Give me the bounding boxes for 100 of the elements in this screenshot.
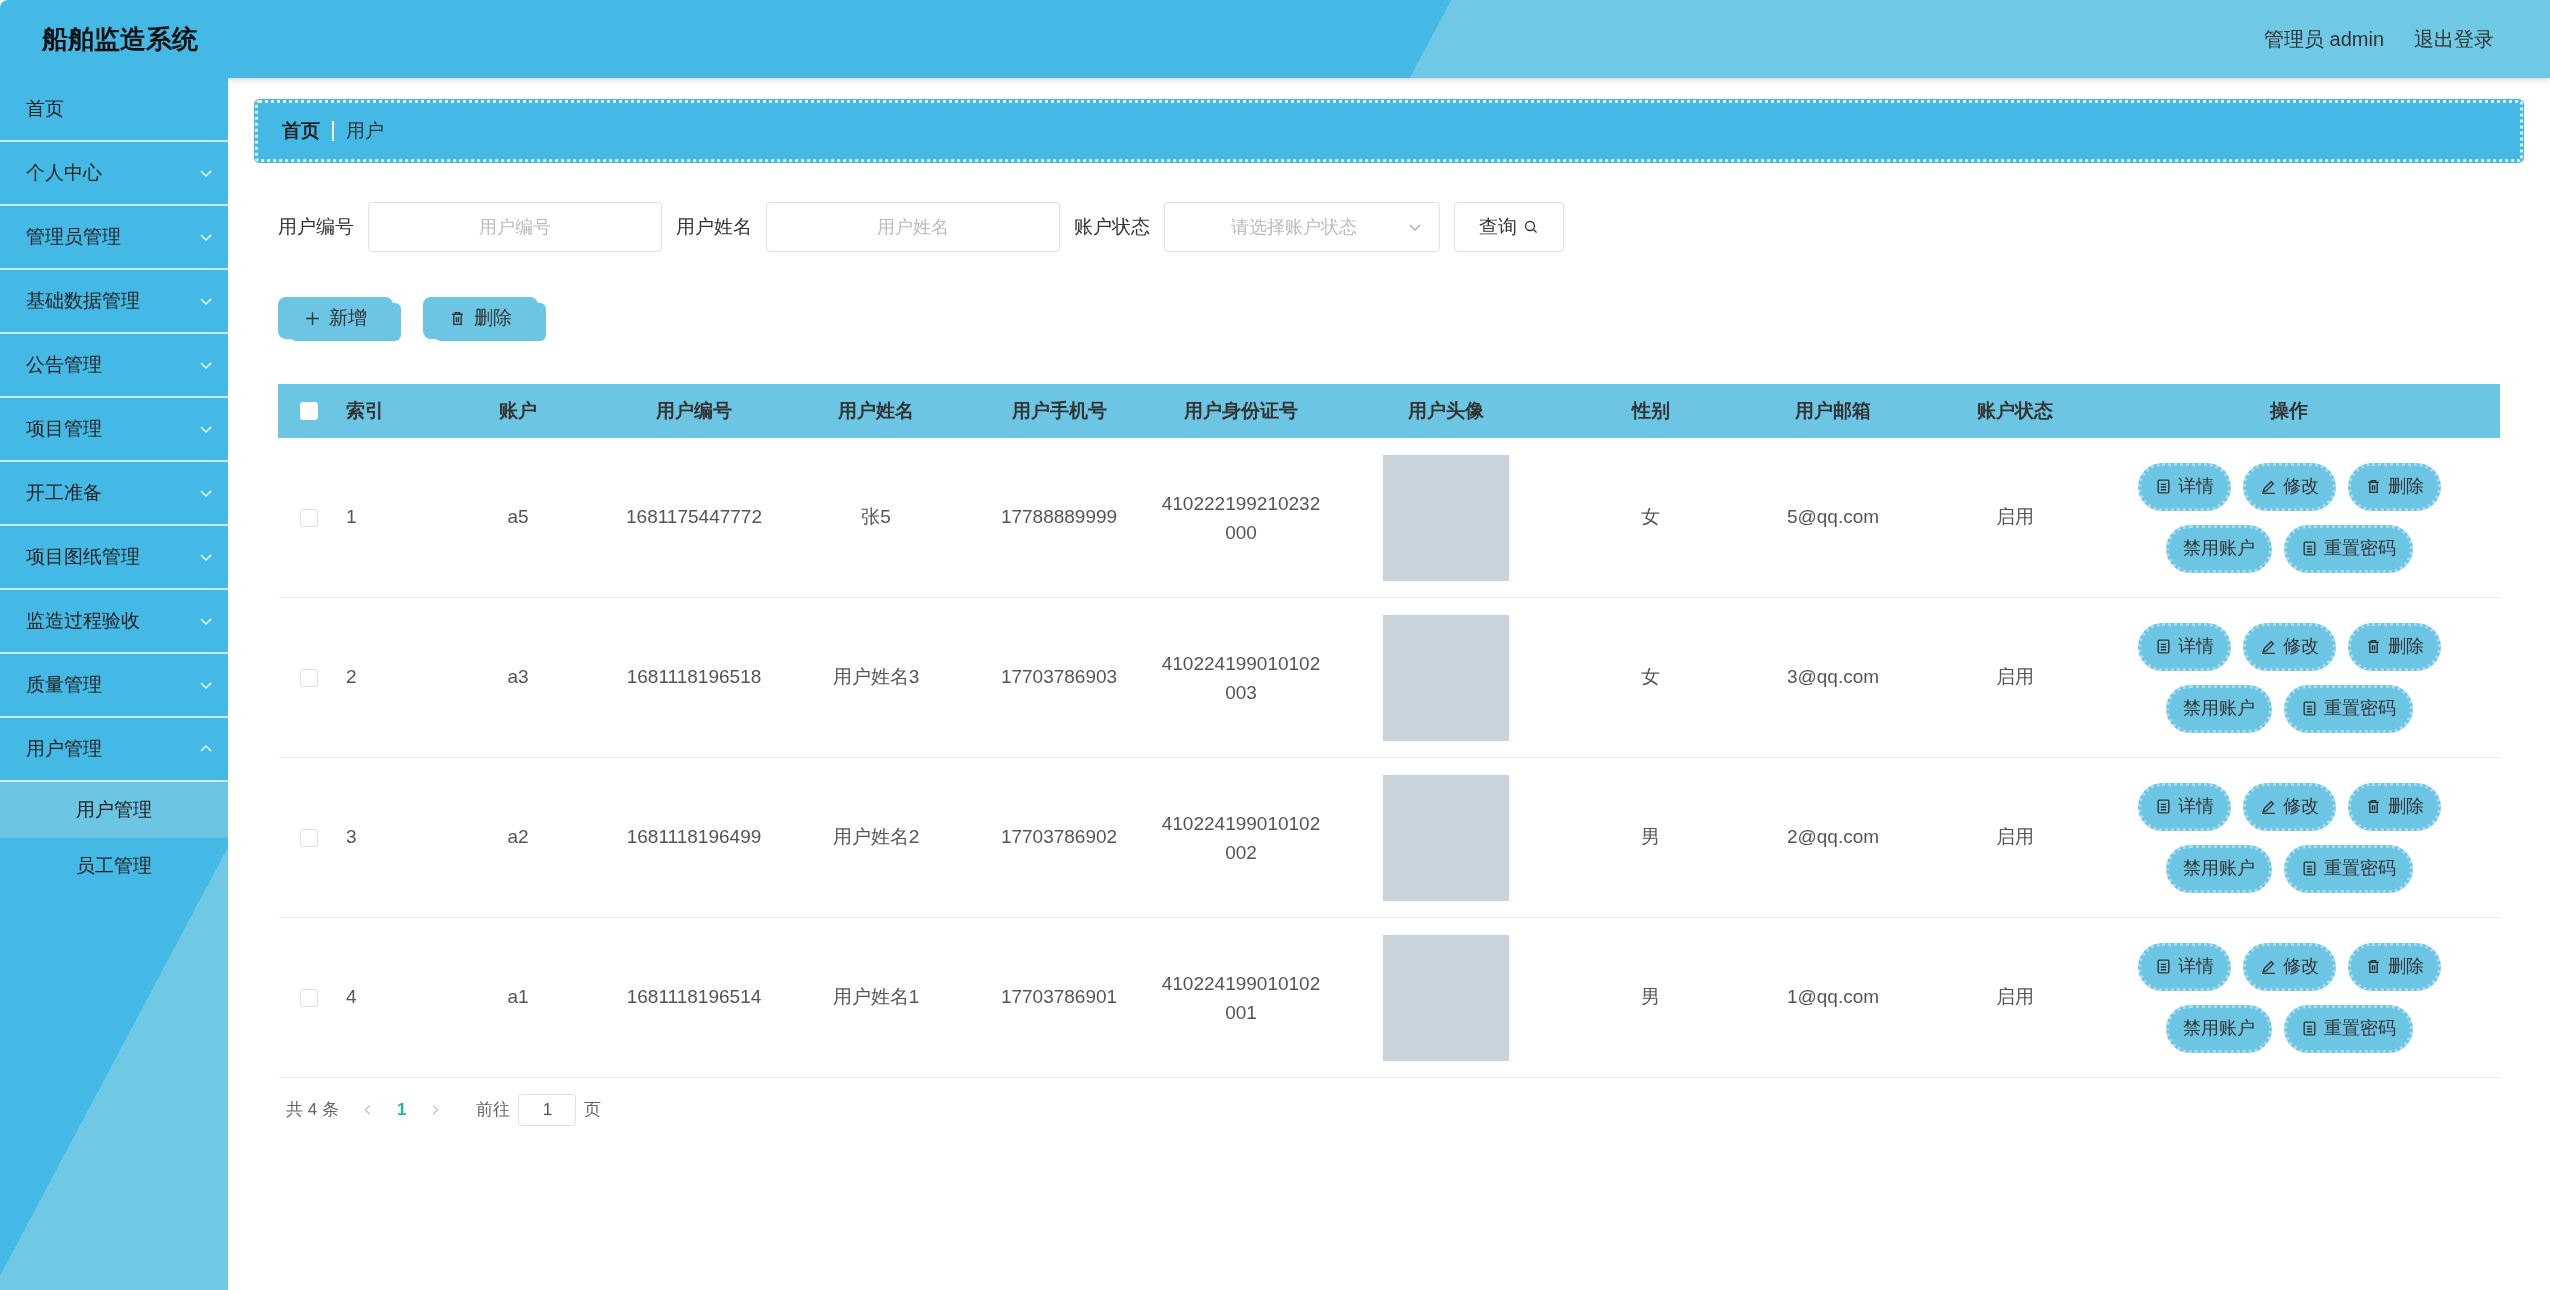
breadcrumb-link[interactable]: 首页 <box>282 116 320 146</box>
table-cell-text: a1 <box>507 985 529 1010</box>
reset-password-button[interactable]: 重置密码 <box>2283 1004 2413 1053</box>
delete-button[interactable]: 删除 <box>2347 782 2441 831</box>
input-field[interactable]: 用户姓名 <box>766 202 1060 252</box>
sidebar-item[interactable]: 项目管理 <box>0 398 228 462</box>
page-input[interactable]: 1 <box>518 1094 577 1126</box>
document-icon <box>2154 798 2172 815</box>
disable-button[interactable]: 禁用账户 <box>2165 524 2272 573</box>
table-cell-text: a2 <box>507 825 529 850</box>
edit-button[interactable]: 修改 <box>2242 942 2336 991</box>
pencil-icon <box>2259 478 2277 495</box>
search-icon <box>1523 219 1539 235</box>
column-header: 账户 <box>499 399 537 421</box>
document-icon <box>2300 700 2318 717</box>
goto-label: 前往 <box>476 1099 511 1122</box>
table-cell-text: 女 <box>1641 505 1660 530</box>
submenu-item[interactable]: 用户管理 <box>0 782 228 838</box>
table-cell-text: 用户姓名3 <box>832 665 920 690</box>
document-icon <box>2154 478 2172 495</box>
table-cell-text: 男 <box>1641 985 1660 1010</box>
details-button[interactable]: 详情 <box>2137 782 2231 831</box>
pencil-icon <box>2259 958 2277 975</box>
table-cell-text: 1681118196499 <box>626 825 762 850</box>
plus-icon <box>304 309 321 327</box>
checkbox[interactable] <box>300 988 318 1007</box>
reset-password-button[interactable]: 重置密码 <box>2283 524 2413 573</box>
trash-icon <box>449 309 466 327</box>
table-cell-text: 410224199010102003 <box>1160 651 1322 705</box>
table-cell-text: 启用 <box>1996 665 2034 690</box>
column-header: 用户身份证号 <box>1184 399 1298 421</box>
table-cell-text: 410224199010102002 <box>1160 811 1322 865</box>
table-cell: 1 <box>346 506 357 528</box>
field-label: 用户姓名 <box>676 214 752 239</box>
column-header: 账户状态 <box>1977 399 2053 421</box>
sidebar-item[interactable]: 首页 <box>0 78 228 142</box>
logout-link[interactable]: 退出登录 <box>2414 24 2494 54</box>
column-header: 操作 <box>2270 399 2308 421</box>
table-cell-text: 女 <box>1641 665 1660 690</box>
delete-button[interactable]: 删除 <box>2347 942 2441 991</box>
edit-button[interactable]: 修改 <box>2242 782 2336 831</box>
table-cell-text: a3 <box>507 665 529 690</box>
table-cell-text: 启用 <box>1996 505 2034 530</box>
reset-password-button[interactable]: 重置密码 <box>2283 844 2413 893</box>
checkbox[interactable] <box>300 668 318 687</box>
column-header: 用户头像 <box>1408 399 1484 421</box>
input-field[interactable]: 用户编号 <box>368 202 662 252</box>
details-button[interactable]: 详情 <box>2137 462 2231 511</box>
table-cell-text: 17703786903 <box>1000 665 1118 690</box>
column-header: 索引 <box>346 399 384 421</box>
table-cell-text: 410224199010102001 <box>1160 971 1322 1025</box>
user-label: 管理员 admin <box>2263 27 2384 52</box>
delete-button[interactable]: 删除 <box>2347 622 2441 671</box>
table-cell-text: 17788889999 <box>1000 505 1118 530</box>
table-cell-text: 1681118196518 <box>626 665 762 690</box>
pencil-icon <box>2259 638 2277 655</box>
edit-button[interactable]: 修改 <box>2242 622 2336 671</box>
table-cell-text: 1@qq.com <box>1786 985 1880 1010</box>
breadcrumb-current: 用户 <box>346 118 384 143</box>
search-button[interactable]: 查询 <box>1454 202 1564 252</box>
reset-password-button[interactable]: 重置密码 <box>2283 684 2413 733</box>
table-cell-text: a5 <box>507 505 529 530</box>
table-cell-text: 17703786902 <box>1000 825 1118 850</box>
table-cell-text: 410222199210232000 <box>1160 491 1322 545</box>
disable-button[interactable]: 禁用账户 <box>2165 684 2272 733</box>
submenu-item[interactable]: 员工管理 <box>0 838 228 894</box>
table-cell-text: 1681175447772 <box>626 505 762 530</box>
table-cell-text: 启用 <box>1996 825 2034 850</box>
table-cell-text: 2@qq.com <box>1786 825 1880 850</box>
sidebar-item[interactable]: 项目图纸管理 <box>0 526 228 590</box>
total-count: 共 4 条 <box>286 1099 339 1122</box>
field-label: 账户状态 <box>1074 214 1150 239</box>
document-icon <box>2300 860 2318 877</box>
table-cell: 4 <box>346 986 357 1008</box>
document-icon <box>2300 540 2318 557</box>
table-cell: 2 <box>346 666 357 688</box>
table-cell-text: 用户姓名2 <box>832 825 920 850</box>
document-icon <box>2300 1020 2318 1037</box>
details-button[interactable]: 详情 <box>2137 622 2231 671</box>
sidebar-item[interactable]: 个人中心 <box>0 142 228 206</box>
details-button[interactable]: 详情 <box>2137 942 2231 991</box>
checkbox[interactable] <box>300 508 318 527</box>
sidebar-item[interactable]: 监造过程验收 <box>0 590 228 654</box>
sidebar-item[interactable]: 管理员管理 <box>0 206 228 270</box>
disable-button[interactable]: 禁用账户 <box>2165 1004 2272 1053</box>
sidebar-item[interactable]: 公告管理 <box>0 334 228 398</box>
table-cell-text: 用户姓名1 <box>832 985 920 1010</box>
sidebar-item[interactable]: 质量管理 <box>0 654 228 718</box>
pencil-icon <box>2259 798 2277 815</box>
document-icon <box>2154 958 2172 975</box>
delete-button[interactable]: 删除 <box>2347 462 2441 511</box>
table-cell-text: 5@qq.com <box>1786 505 1880 530</box>
sidebar-item[interactable]: 基础数据管理 <box>0 270 228 334</box>
checkbox[interactable] <box>300 828 318 847</box>
table-cell-text: 17703786901 <box>1000 985 1118 1010</box>
edit-button[interactable]: 修改 <box>2242 462 2336 511</box>
page-suffix: 页 <box>584 1099 602 1122</box>
sidebar-item[interactable]: 开工准备 <box>0 462 228 526</box>
disable-button[interactable]: 禁用账户 <box>2165 844 2272 893</box>
field-label: 用户编号 <box>278 214 354 239</box>
